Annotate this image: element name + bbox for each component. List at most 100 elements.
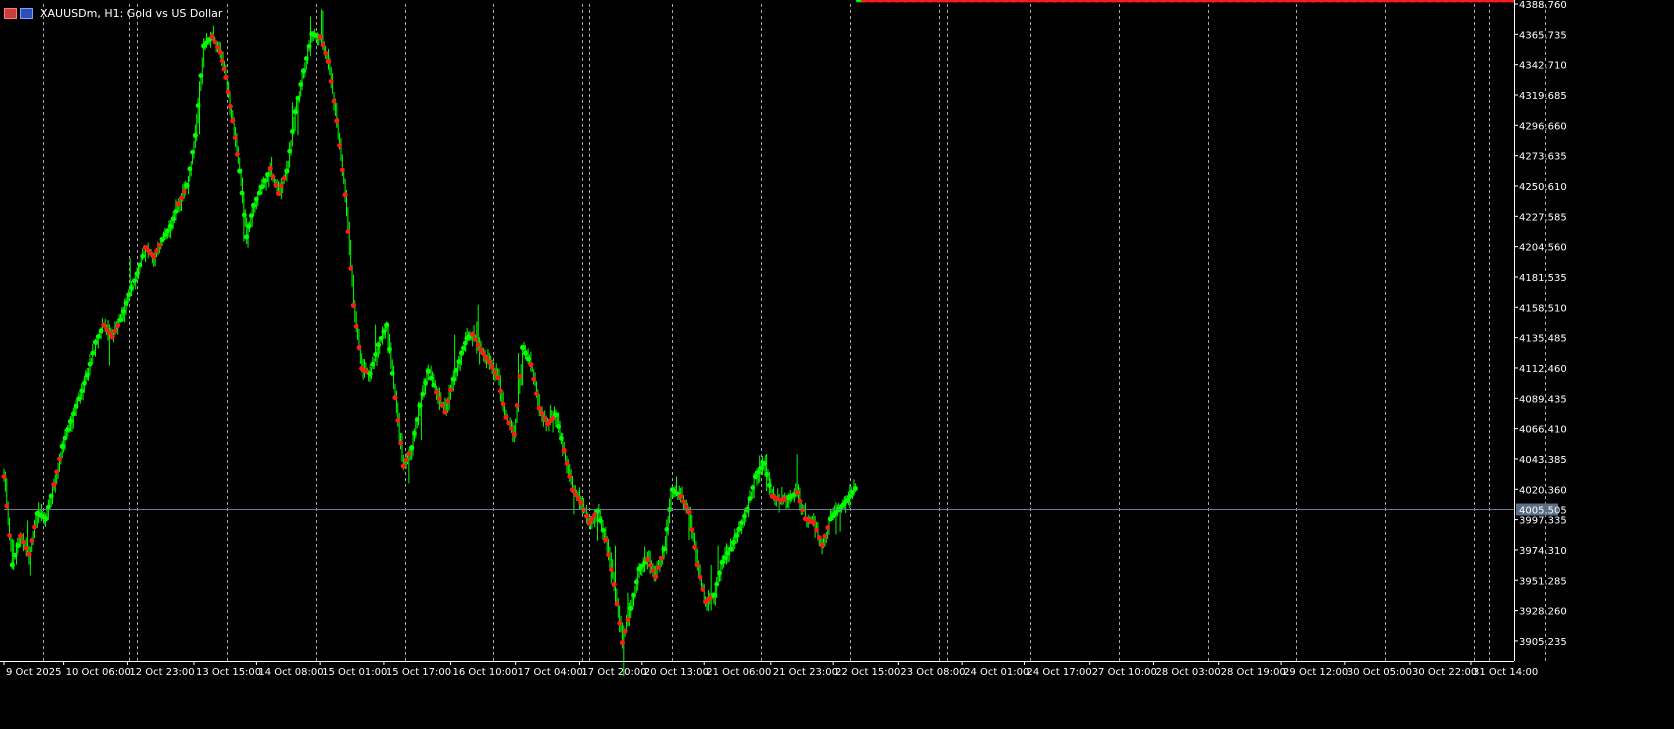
buy-signal-marker [755,469,761,475]
sell-signal-marker [112,328,118,334]
buy-signal-marker [137,262,143,268]
sell-signal-marker [275,190,282,196]
price-tick-label: 4135.485 [1519,334,1567,345]
chart-background [0,0,1674,729]
timeframe-icon[interactable] [20,7,33,19]
buy-signal-marker [461,345,466,351]
buy-signal-marker [559,435,564,441]
buy-signal-marker [417,402,423,409]
buy-signal-marker [450,376,456,382]
buy-signal-marker [262,178,268,184]
time-tick-label: 20 Oct 13:00 [644,667,709,678]
sell-signal-marker [400,463,406,469]
price-tick-label: 4158.510 [1519,303,1567,314]
buy-signal-marker [722,555,728,561]
buy-signal-marker [237,168,243,174]
sell-signal-marker [353,324,359,329]
sell-signal-marker [692,544,697,550]
sell-signal-marker [473,337,478,342]
sell-signal-marker [209,34,215,40]
sell-signal-marker [230,118,236,124]
sell-signal-marker [337,143,342,148]
buy-signal-marker [117,317,124,323]
buy-signal-marker [453,367,459,373]
buy-signal-marker [165,228,171,234]
buy-signal-marker [246,223,252,229]
sell-signal-marker [531,376,537,382]
sell-signal-marker [32,524,37,530]
sell-signal-marker [814,527,819,533]
buy-signal-marker [373,352,379,357]
sell-signal-marker [506,420,512,426]
buy-signal-marker [162,232,168,238]
buy-signal-marker [456,359,462,364]
time-tick-label: 14 Oct 08:00 [258,667,323,678]
price-tick-label: 4066.410 [1519,425,1567,436]
time-tick-label: 29 Oct 12:00 [1283,667,1348,678]
buy-signal-marker [248,213,254,219]
time-tick-label: 15 Oct 01:00 [322,667,387,678]
buy-signal-marker [187,166,193,172]
buy-signal-marker [425,368,431,374]
sell-signal-marker [617,620,623,626]
buy-signal-marker [59,443,65,449]
buy-signal-marker [84,372,90,378]
buy-signal-marker [423,380,428,386]
buy-signal-marker [414,417,420,422]
buy-signal-marker [76,396,82,402]
chart-type-icon[interactable] [4,7,17,19]
buy-signal-marker [758,465,764,471]
time-tick-label: 22 Oct 15:00 [835,667,900,678]
sell-signal-marker [392,394,398,401]
sell-signal-marker [181,189,187,195]
sell-signal-marker [681,499,686,505]
buy-signal-marker [92,339,99,345]
price-tick-label: 4342.710 [1519,61,1567,72]
sell-signal-marker [270,174,276,180]
sell-signal-marker [536,405,542,411]
sell-signal-marker [281,176,287,181]
sell-signal-marker [350,302,357,308]
price-tick-label: 4204.560 [1519,243,1567,254]
sell-signal-marker [439,403,445,408]
buy-signal-marker [420,391,426,397]
buy-signal-marker [9,562,15,568]
sell-signal-marker [331,98,337,104]
sell-signal-marker [500,401,506,407]
buy-signal-marker [298,82,304,87]
sell-signal-marker [683,504,689,510]
sell-signal-marker [686,509,692,515]
buy-signal-marker [250,202,257,208]
price-tick-label: 3928.260 [1519,607,1567,618]
buy-signal-marker [733,533,739,539]
sell-signal-marker [395,417,401,423]
price-tick-label: 4296.660 [1519,121,1567,132]
buy-signal-marker [253,196,259,202]
sell-signal-marker [539,410,545,416]
buy-signal-marker [553,412,559,418]
time-tick-label: 15 Oct 17:00 [386,667,451,678]
price-tick-label: 3997.335 [1519,516,1567,527]
sell-signal-marker [228,104,233,109]
sell-signal-marker [217,49,223,56]
sell-signal-marker [345,229,351,234]
chart-window[interactable]: 4388.760 4365.735 4342.710 4319.685 4296.660… [0,0,1674,729]
price-tick-label: 4020.360 [1519,485,1567,496]
buy-signal-marker [287,148,293,154]
time-tick-label: 30 Oct 22:00 [1412,667,1477,678]
sell-signal-marker [342,192,348,198]
buy-signal-marker [184,182,190,189]
sell-signal-marker [323,50,329,56]
sell-signal-marker [825,525,831,530]
sell-signal-marker [398,440,403,446]
price-chart[interactable]: 4388.760 4365.735 4342.710 4319.685 4296.660… [0,0,1674,729]
sell-signal-marker [225,89,231,95]
sell-signal-marker [273,182,279,188]
buy-signal-marker [736,526,742,532]
sell-signal-marker [650,568,656,574]
sell-signal-marker [608,567,614,573]
buy-signal-marker [717,570,722,576]
chart-title-bar: XAUUSDm, H1: Gold vs US Dollar [4,6,222,20]
buy-signal-marker [764,471,770,477]
buy-signal-marker [70,411,76,417]
